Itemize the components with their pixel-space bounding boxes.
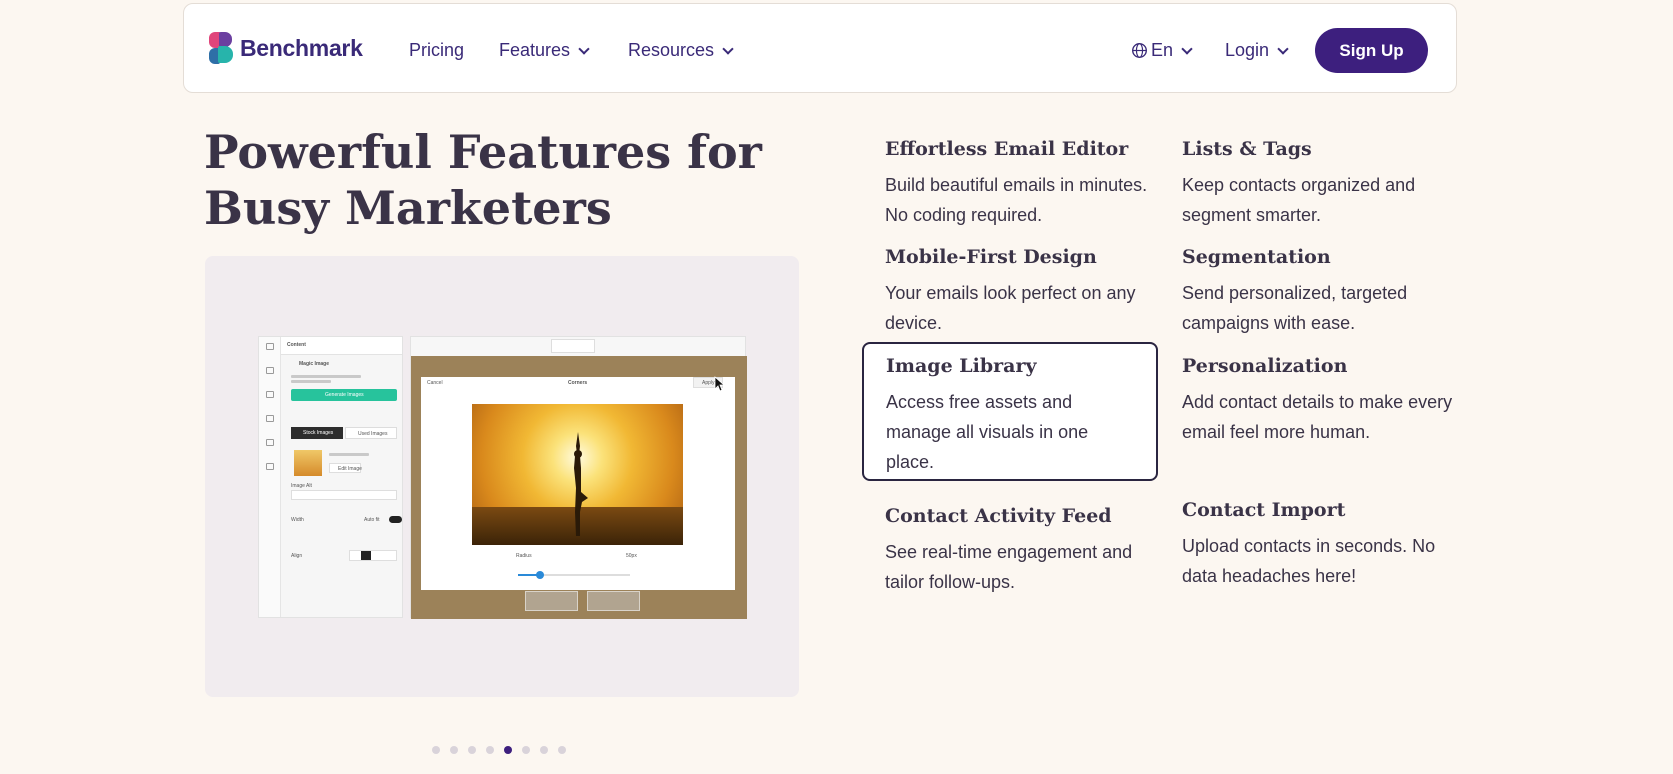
feature-image-library[interactable]: Image Library Access free assets and man… bbox=[862, 342, 1158, 481]
carousel-dot[interactable] bbox=[522, 746, 530, 754]
feature-description: Build beautiful emails in minutes. No co… bbox=[885, 175, 1148, 225]
feature-contact-import[interactable]: Contact Import Upload contacts in second… bbox=[1182, 498, 1469, 591]
feature-description: Send personalized, targeted campaigns wi… bbox=[1182, 283, 1408, 333]
logo-text: Benchmark bbox=[240, 34, 363, 61]
feature-title: Effortless Email Editor bbox=[885, 138, 1129, 160]
mockup-edit-image-button: Edit Image bbox=[329, 463, 362, 473]
mockup-radius-slider bbox=[518, 574, 630, 576]
feature-title: Lists & Tags bbox=[1182, 138, 1312, 160]
mockup-tool-rail bbox=[259, 337, 281, 617]
mockup-toggle bbox=[389, 516, 402, 523]
carousel-dots bbox=[432, 746, 566, 754]
chevron-down-icon bbox=[1277, 42, 1289, 55]
nav-resources[interactable]: Resources bbox=[628, 40, 734, 61]
nav-pricing-label: Pricing bbox=[409, 40, 465, 60]
mockup-panel-header: Content bbox=[281, 337, 402, 355]
feature-title: Image Library bbox=[886, 355, 1037, 377]
mockup-generate-button: Generate Images bbox=[291, 389, 397, 401]
mockup-slider-knob bbox=[536, 571, 544, 579]
feature-title: Contact Import bbox=[1182, 499, 1346, 521]
feature-email-editor[interactable]: Effortless Email Editor Build beautiful … bbox=[885, 137, 1172, 230]
mockup-apply: Apply bbox=[702, 380, 715, 386]
mouse-cursor-icon bbox=[714, 376, 726, 392]
feature-description: Your emails look perfect on any device. bbox=[885, 283, 1136, 333]
mockup-magic-image: Magic Image bbox=[299, 361, 330, 367]
carousel-dot[interactable] bbox=[450, 746, 458, 754]
feature-title: Mobile-First Design bbox=[885, 246, 1097, 268]
page-title: Powerful Features for Busy Marketers bbox=[204, 124, 764, 236]
feature-mobile-first[interactable]: Mobile-First Design Your emails look per… bbox=[885, 245, 1172, 338]
mockup-radius-value: 50px bbox=[626, 553, 637, 559]
mockup-tab-used: Used Images bbox=[345, 427, 397, 439]
chevron-down-icon bbox=[578, 42, 590, 55]
carousel-dot-active[interactable] bbox=[504, 746, 512, 754]
feature-segmentation[interactable]: Segmentation Send personalized, targeted… bbox=[1182, 245, 1469, 338]
feature-description: Upload contacts in seconds. No data head… bbox=[1182, 536, 1436, 586]
mockup-tab-used-label: Used Images bbox=[358, 431, 388, 437]
mockup-cancel: Cancel bbox=[427, 380, 443, 386]
mockup-side-panel: Content Magic Image Generate Images Stoc… bbox=[258, 336, 403, 618]
language-selector[interactable]: En bbox=[1131, 40, 1193, 61]
feature-preview-image: Content Magic Image Generate Images Stoc… bbox=[205, 256, 799, 697]
language-label: En bbox=[1151, 40, 1174, 60]
mockup-align: Align bbox=[291, 553, 303, 559]
mockup-corners: Corners bbox=[568, 380, 588, 386]
nav-features[interactable]: Features bbox=[499, 40, 590, 61]
globe-icon bbox=[1132, 43, 1147, 58]
mockup-width: Width bbox=[291, 517, 304, 523]
chevron-down-icon bbox=[722, 42, 734, 55]
mockup-image-alt: Image Alt bbox=[291, 483, 312, 489]
feature-title: Contact Activity Feed bbox=[885, 505, 1112, 527]
chevron-down-icon bbox=[1181, 42, 1193, 55]
page-title-line-1: Powerful Features for bbox=[204, 125, 762, 179]
feature-lists-tags[interactable]: Lists & Tags Keep contacts organized and… bbox=[1182, 137, 1469, 230]
mockup-corners-modal: Cancel Corners Apply Radius 50px bbox=[421, 377, 735, 590]
nav-resources-label: Resources bbox=[628, 40, 715, 60]
feature-description: See real-time engagement and tailor foll… bbox=[885, 542, 1133, 592]
mockup-tab-stock-label: Stock Images bbox=[303, 430, 334, 436]
carousel-dot[interactable] bbox=[540, 746, 548, 754]
feature-title: Personalization bbox=[1182, 355, 1348, 377]
editor-mockup: Content Magic Image Generate Images Stoc… bbox=[258, 336, 747, 619]
page-title-line-2: Busy Marketers bbox=[204, 181, 612, 235]
feature-personalization[interactable]: Personalization Add contact details to m… bbox=[1182, 354, 1469, 447]
sign-up-button[interactable]: Sign Up bbox=[1315, 28, 1428, 73]
carousel-dot[interactable] bbox=[486, 746, 494, 754]
mockup-radius: Radius bbox=[516, 553, 532, 559]
mockup-generate-label: Generate Images bbox=[325, 392, 364, 398]
benchmark-logo-icon bbox=[208, 31, 234, 65]
feature-activity-feed[interactable]: Contact Activity Feed See real-time enga… bbox=[885, 504, 1172, 597]
carousel-dot[interactable] bbox=[432, 746, 440, 754]
mockup-edit-image-label: Edit Image bbox=[338, 466, 362, 472]
feature-description: Keep contacts organized and segment smar… bbox=[1182, 175, 1416, 225]
carousel-dot[interactable] bbox=[558, 746, 566, 754]
feature-title: Segmentation bbox=[1182, 246, 1331, 268]
login-menu[interactable]: Login bbox=[1225, 40, 1289, 61]
nav-pricing[interactable]: Pricing bbox=[409, 40, 464, 61]
mockup-canvas: Cancel Corners Apply Radius 50px bbox=[410, 336, 747, 619]
top-navbar: Benchmark Pricing Features Resources En … bbox=[183, 3, 1457, 93]
carousel-dot[interactable] bbox=[468, 746, 476, 754]
login-label: Login bbox=[1225, 40, 1270, 60]
feature-description: Add contact details to make every email … bbox=[1182, 392, 1453, 442]
nav-features-label: Features bbox=[499, 40, 571, 60]
feature-description: Access free assets and manage all visual… bbox=[886, 392, 1089, 472]
benchmark-logo[interactable]: Benchmark bbox=[208, 31, 363, 65]
mockup-auto: Auto fit bbox=[364, 517, 380, 523]
mockup-panel-title: Content bbox=[287, 342, 306, 348]
mockup-canvas-frame: Cancel Corners Apply Radius 50px bbox=[411, 356, 747, 619]
mockup-tab-stock: Stock Images bbox=[291, 427, 343, 439]
yoga-silhouette-icon bbox=[574, 432, 588, 536]
mockup-image-thumbnail bbox=[294, 450, 322, 476]
mockup-yoga-photo bbox=[472, 404, 683, 545]
